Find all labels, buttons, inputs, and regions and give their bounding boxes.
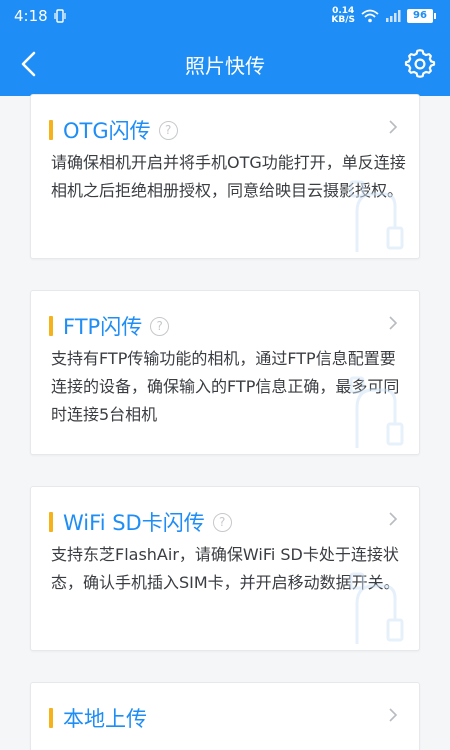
- wifi-sd-transfer-card[interactable]: WiFi SD卡闪传 ? 支持东芝FlashAir，请确保WiFi SD卡处于连…: [30, 486, 420, 651]
- battery-tip: [434, 13, 436, 19]
- help-icon[interactable]: ?: [212, 512, 232, 532]
- wifi-icon: [361, 9, 379, 23]
- cable-icon: [349, 376, 404, 448]
- title-accent-bar: [49, 120, 53, 140]
- vibrate-icon: [54, 9, 66, 23]
- card-title-row: 本地上传: [49, 703, 147, 733]
- title-accent-bar: [49, 316, 53, 336]
- nav-bar: 照片快传: [0, 32, 450, 96]
- battery-level: 96: [407, 9, 433, 23]
- card-title-row: WiFi SD卡闪传 ?: [49, 507, 232, 537]
- back-icon[interactable]: [14, 48, 46, 80]
- cable-icon: [349, 572, 404, 644]
- app-header: 4:18 0.14 KB/S 96 照片快传: [0, 0, 450, 96]
- title-accent-bar: [49, 512, 53, 532]
- title-accent-bar: [49, 708, 53, 728]
- signal-icon: [386, 10, 401, 22]
- network-speed: 0.14 KB/S: [331, 7, 355, 25]
- card-title-row: FTP闪传 ?: [49, 311, 170, 341]
- chevron-right-icon: [389, 316, 398, 330]
- chevron-right-icon: [389, 512, 398, 526]
- local-upload-card[interactable]: 本地上传: [30, 682, 420, 750]
- card-title: OTG闪传: [63, 119, 151, 143]
- status-time: 4:18: [14, 7, 48, 25]
- page-title: 照片快传: [185, 53, 265, 78]
- gear-icon[interactable]: [404, 48, 436, 80]
- chevron-right-icon: [389, 708, 398, 722]
- cable-icon: [349, 180, 404, 252]
- status-indicators: 0.14 KB/S 96: [331, 7, 436, 25]
- card-title: WiFi SD卡闪传: [63, 511, 205, 535]
- help-icon[interactable]: ?: [158, 120, 178, 140]
- help-icon[interactable]: ?: [150, 316, 170, 336]
- battery-indicator: 96: [407, 9, 436, 23]
- ftp-transfer-card[interactable]: FTP闪传 ? 支持有FTP传输功能的相机，通过FTP信息配置要连接的设备，确保…: [30, 290, 420, 455]
- card-title: FTP闪传: [63, 315, 143, 339]
- card-title-row: OTG闪传 ?: [49, 115, 178, 145]
- chevron-right-icon: [389, 120, 398, 134]
- status-bar: 4:18 0.14 KB/S 96: [0, 0, 450, 32]
- card-title: 本地上传: [63, 707, 147, 731]
- network-speed-unit: KB/S: [331, 15, 355, 25]
- otg-transfer-card[interactable]: OTG闪传 ? 请确保相机开启并将手机OTG功能打开，单反连接相机之后拒绝相册授…: [30, 94, 420, 259]
